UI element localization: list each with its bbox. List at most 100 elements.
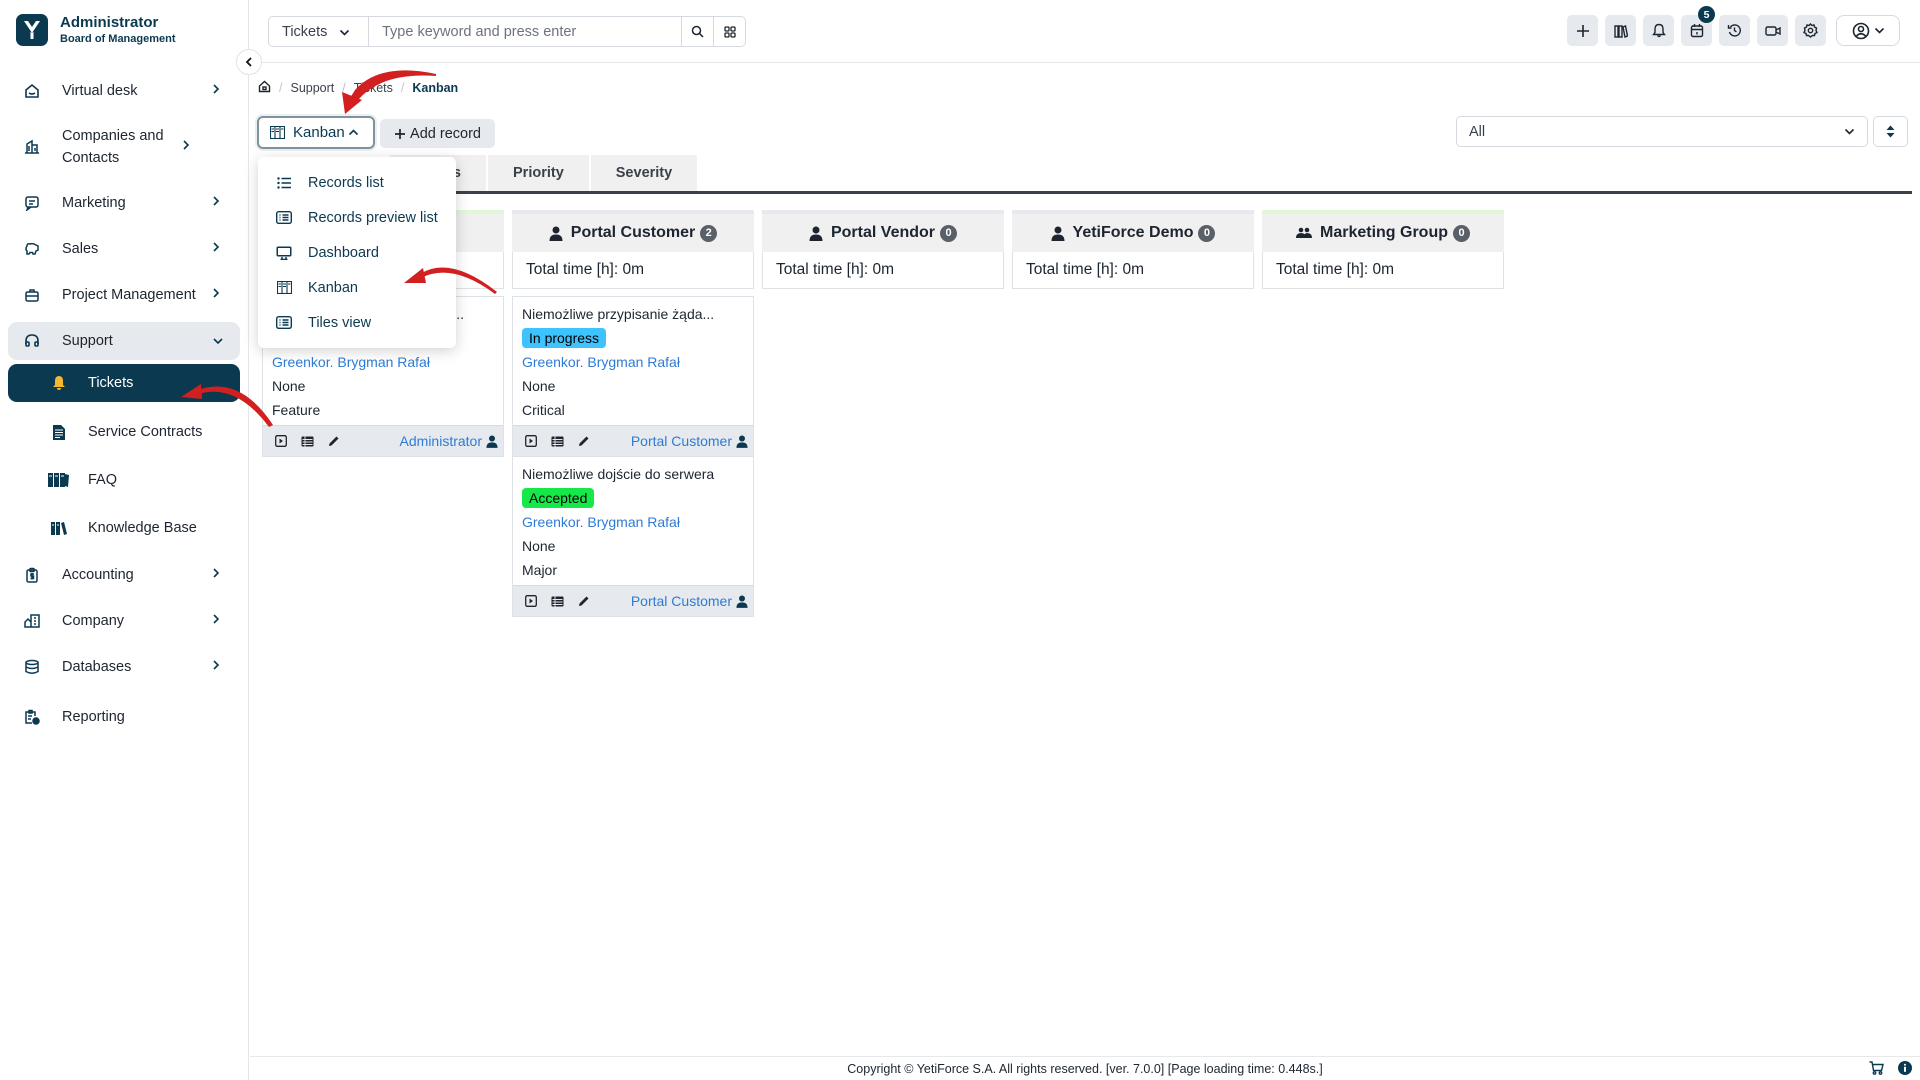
breadcrumb-support[interactable]: Support [290,81,334,95]
collapse-sidebar-button[interactable] [236,49,262,75]
column-header: Marketing Group 0 [1262,210,1504,252]
search-input[interactable] [369,17,681,46]
quick-preview-icon[interactable] [525,595,537,607]
tab-severity[interactable]: Severity [590,155,698,191]
quick-preview-icon[interactable] [275,435,287,447]
sidebar-item-support[interactable]: Support [8,322,240,360]
sidebar-item-accounting[interactable]: Accounting [8,552,240,598]
card-title[interactable]: Niemożliwe przypisanie żąda... [522,302,744,326]
edit-pencil-icon[interactable] [578,435,590,447]
calendar-reminders-button[interactable]: 5 [1681,6,1715,46]
document-icon [48,424,70,441]
card-title[interactable]: Niemożliwe dojście do serwera [522,462,744,486]
brand[interactable]: Administrator Board of Management [16,14,176,46]
add-record-button[interactable]: Add record [380,119,495,148]
sidebar-item-label: Company [62,613,125,629]
menu-item-records-preview-list[interactable]: Records preview list [258,200,456,235]
brand-title: Administrator [60,14,159,31]
card-owner-link[interactable]: Administrator [400,433,498,449]
settings-button[interactable] [1795,15,1826,46]
sidebar-item-marketing[interactable]: Marketing [8,180,240,226]
user-icon [549,226,563,241]
advanced-search-button[interactable] [713,17,745,46]
tiles-icon [274,316,294,329]
sidebar-item-virtual-desk[interactable]: Virtual desk [8,68,240,114]
column-title: YetiForce Demo [1072,224,1194,241]
card-account-link[interactable]: Greenkor. Brygman Rafał [272,350,494,374]
card-severity: Critical [522,402,565,418]
sidebar-item-companies-and-contacts[interactable]: Companies and Contacts [8,114,240,180]
home-icon [22,83,42,99]
kanban-card[interactable]: Niemożliwe przypisanie żąda... In progre… [512,296,754,457]
breadcrumb-separator: / [279,81,283,95]
chevron-down-icon [212,333,226,349]
column-header: Portal Vendor 0 [762,210,1004,252]
custom-view-filter-select[interactable]: All [1456,116,1868,147]
calendar-badge: 5 [1698,6,1715,23]
edit-pencil-icon[interactable] [328,435,340,447]
menu-item-tiles-view[interactable]: Tiles view [258,305,456,340]
card-status-badge: In progress [522,328,607,348]
card-account-link[interactable]: Greenkor. Brygman Rafał [522,510,744,534]
sidebar-item-label: Databases [62,659,132,675]
tab-priority[interactable]: Priority [488,155,589,191]
details-icon[interactable] [551,596,564,607]
chevron-right-icon [212,613,226,629]
sidebar-item-reporting[interactable]: Reporting [8,694,240,740]
history-button[interactable] [1719,15,1750,46]
sort-button[interactable] [1873,116,1908,147]
sidebar-item-databases[interactable]: Databases [8,644,240,690]
tabs-underline [262,191,1912,194]
sidebar-item-knowledge-base[interactable]: Knowledge Base [8,504,240,552]
sidebar-item-service-contracts[interactable]: Service Contracts [8,408,240,456]
breadcrumb-home-icon[interactable] [258,80,271,96]
kanban-icon [274,281,294,294]
menu-item-dashboard[interactable]: Dashboard [258,235,456,270]
card-priority: None [522,538,556,554]
menu-item-records-list[interactable]: Records list [258,165,456,200]
view-switcher-button[interactable]: Kanban [257,116,375,149]
grid-icon [723,25,736,38]
details-icon[interactable] [301,436,314,447]
brand-subtitle: Board of Management [60,33,176,45]
search-module-select[interactable]: Tickets [269,17,369,46]
column-total-time: Total time [h]: 0m [1012,252,1254,289]
view-switcher-menu: Records list Records preview list Dashbo… [258,157,456,348]
chevron-right-icon [212,241,226,257]
search-button[interactable] [681,17,713,46]
breadcrumb-tickets[interactable]: Tickets [354,81,393,95]
card-owner-link[interactable]: Portal Customer [631,593,748,609]
sidebar-item-project-management[interactable]: Project Management [8,272,240,318]
card-status-badge: Accepted [522,488,595,508]
details-icon[interactable] [551,436,564,447]
calendar-icon [1690,24,1703,38]
knowledge-base-button[interactable] [1605,15,1636,46]
card-account-link[interactable]: Greenkor. Brygman Rafał [522,350,744,374]
edit-pencil-icon[interactable] [578,595,590,607]
sidebar-item-company[interactable]: Company [8,598,240,644]
quick-preview-icon[interactable] [525,435,537,447]
card-footer: Administrator [263,425,503,456]
chevron-right-icon [212,195,226,211]
kanban-card[interactable]: Niemożliwe dojście do serwera Accepted G… [512,456,754,617]
binders-icon [48,472,70,488]
cart-icon[interactable] [1869,1061,1884,1078]
card-owner-link[interactable]: Portal Customer [631,433,748,449]
sidebar-item-label: Companies and Contacts [62,128,164,166]
column-title: Portal Customer [570,224,696,241]
video-call-button[interactable] [1757,15,1788,46]
user-circle-icon [1852,22,1869,39]
quick-create-button[interactable] [1567,15,1598,46]
column-total-time: Total time [h]: 0m [762,252,1004,289]
sidebar-item-tickets[interactable]: Tickets [8,364,240,402]
menu-item-kanban[interactable]: Kanban [258,270,456,305]
chevron-down-icon [1874,27,1884,34]
info-icon[interactable] [1898,1061,1912,1078]
sidebar-item-faq[interactable]: FAQ [8,456,240,504]
chevron-right-icon [212,83,226,99]
notifications-button[interactable] [1643,15,1674,46]
topbar: Tickets 5 [250,0,1920,63]
users-group-icon [1295,227,1312,239]
sidebar-item-sales[interactable]: Sales [8,226,240,272]
user-menu-button[interactable] [1836,15,1900,46]
